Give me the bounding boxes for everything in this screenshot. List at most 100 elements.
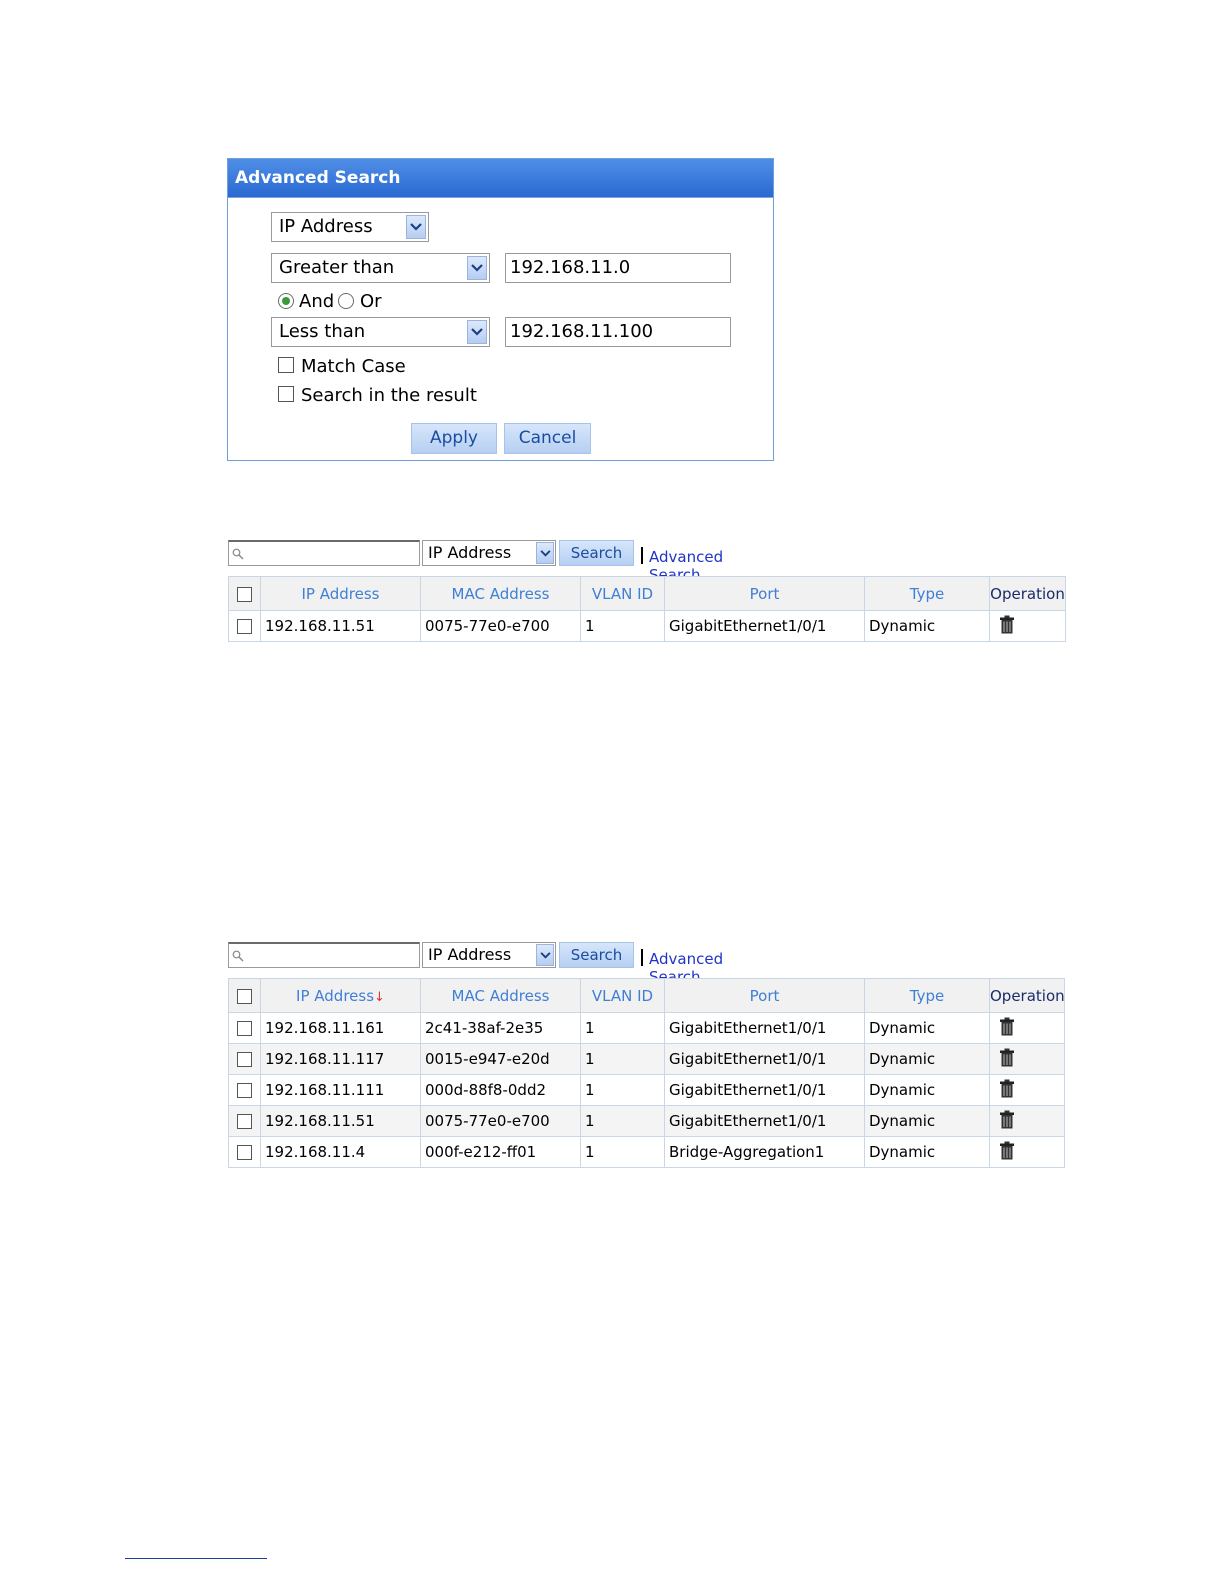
- col-vlan-id[interactable]: VLAN ID: [580, 576, 665, 611]
- magnifier-icon: [232, 545, 244, 564]
- arp-table-sorted: IP Address↓ MAC Address VLAN ID Port Typ…: [228, 978, 1065, 1168]
- col-ip-address[interactable]: IP Address↓: [260, 978, 421, 1013]
- cell-operation: [989, 1012, 1065, 1044]
- advanced-search-dialog: Advanced Search IP Address Greater than …: [227, 158, 774, 461]
- row-checkbox[interactable]: [237, 1021, 252, 1036]
- cell-vlan: 1: [580, 1105, 665, 1137]
- cell-port: GigabitEthernet1/0/1: [664, 1012, 865, 1044]
- search-in-result-checkbox[interactable]: [278, 386, 294, 402]
- row-select-cell: [228, 1136, 261, 1168]
- table-row: 192.168.11.111 000d-88f8-0dd2 1 GigabitE…: [228, 1074, 1065, 1106]
- row-checkbox[interactable]: [237, 1145, 252, 1160]
- row-select-cell: [228, 1012, 261, 1044]
- cell-port: GigabitEthernet1/0/1: [664, 1043, 865, 1075]
- condition1-select[interactable]: Greater than: [271, 253, 490, 283]
- col-mac-address[interactable]: MAC Address: [420, 978, 581, 1013]
- row-checkbox[interactable]: [237, 1114, 252, 1129]
- search-field-select[interactable]: IP Address: [422, 942, 556, 968]
- cell-port: GigabitEthernet1/0/1: [664, 1074, 865, 1106]
- value1-input[interactable]: 192.168.11.0: [505, 253, 731, 283]
- search-field-value: IP Address: [428, 543, 512, 562]
- condition2-select[interactable]: Less than: [271, 317, 490, 347]
- and-radio[interactable]: [278, 293, 294, 309]
- cell-type: Dynamic: [864, 1012, 990, 1044]
- or-label: Or: [360, 291, 382, 312]
- col-port[interactable]: Port: [664, 576, 865, 611]
- cell-type: Dynamic: [864, 610, 990, 642]
- table-row: 192.168.11.51 0075-77e0-e700 1 GigabitEt…: [228, 1105, 1065, 1137]
- cell-ip: 192.168.11.4: [260, 1136, 421, 1168]
- cell-mac: 0015-e947-e20d: [420, 1043, 581, 1075]
- field-select-value: IP Address: [279, 216, 373, 237]
- chevron-down-icon: [406, 215, 426, 239]
- trash-icon[interactable]: [1000, 1141, 1014, 1164]
- table-row: 192.168.11.4 000f-e212-ff01 1 Bridge-Agg…: [228, 1136, 1065, 1168]
- col-ip-address[interactable]: IP Address: [260, 576, 421, 611]
- select-all-cell: [228, 978, 261, 1013]
- trash-icon[interactable]: [1000, 1079, 1014, 1102]
- and-label: And: [299, 291, 335, 312]
- trash-icon[interactable]: [1000, 1017, 1014, 1040]
- col-operation: Operation: [989, 576, 1066, 611]
- cell-port: GigabitEthernet1/0/1: [664, 610, 865, 642]
- trash-icon[interactable]: [1000, 615, 1014, 638]
- cell-vlan: 1: [580, 610, 665, 642]
- table-row: 192.168.11.117 0015-e947-e20d 1 GigabitE…: [228, 1043, 1065, 1075]
- cell-ip: 192.168.11.117: [260, 1043, 421, 1075]
- cell-operation: [989, 1105, 1065, 1137]
- separator: [641, 949, 643, 966]
- chevron-down-icon: [467, 256, 487, 280]
- search-input[interactable]: [228, 540, 420, 566]
- dialog-title: Advanced Search: [228, 159, 773, 198]
- cell-vlan: 1: [580, 1074, 665, 1106]
- row-select-cell: [228, 1074, 261, 1106]
- select-all-checkbox[interactable]: [237, 586, 252, 602]
- cell-operation: [989, 1043, 1065, 1075]
- cell-operation: [989, 1074, 1065, 1106]
- cell-vlan: 1: [580, 1136, 665, 1168]
- cell-type: Dynamic: [864, 1136, 990, 1168]
- row-checkbox[interactable]: [237, 1083, 252, 1098]
- search-button[interactable]: Search: [559, 540, 634, 566]
- cell-port: GigabitEthernet1/0/1: [664, 1105, 865, 1137]
- cell-type: Dynamic: [864, 1043, 990, 1075]
- cell-type: Dynamic: [864, 1074, 990, 1106]
- col-type[interactable]: Type: [864, 978, 990, 1013]
- search-field-select[interactable]: IP Address: [422, 540, 556, 566]
- condition2-value: Less than: [279, 321, 366, 342]
- col-vlan-id[interactable]: VLAN ID: [580, 978, 665, 1013]
- magnifier-icon: [232, 947, 244, 966]
- cell-operation: [989, 1136, 1065, 1168]
- chevron-down-icon: [467, 320, 487, 344]
- match-case-label: Match Case: [301, 356, 406, 377]
- cell-mac: 000d-88f8-0dd2: [420, 1074, 581, 1106]
- chevron-down-icon: [536, 542, 554, 564]
- arp-table-filtered: IP Address MAC Address VLAN ID Port Type…: [228, 576, 1066, 642]
- cell-type: Dynamic: [864, 1105, 990, 1137]
- col-mac-address[interactable]: MAC Address: [420, 576, 581, 611]
- select-all-checkbox[interactable]: [237, 988, 252, 1004]
- cell-mac: 2c41-38af-2e35: [420, 1012, 581, 1044]
- select-all-cell: [228, 576, 261, 611]
- col-type[interactable]: Type: [864, 576, 990, 611]
- trash-icon[interactable]: [1000, 1110, 1014, 1133]
- apply-button[interactable]: Apply: [411, 423, 497, 454]
- cancel-button[interactable]: Cancel: [504, 423, 591, 454]
- search-button[interactable]: Search: [559, 942, 634, 968]
- table-row: 192.168.11.51 0075-77e0-e700 1 GigabitEt…: [228, 610, 1066, 642]
- row-select-cell: [228, 1105, 261, 1137]
- row-checkbox[interactable]: [237, 1052, 252, 1067]
- col-ip-address-label: IP Address: [296, 986, 375, 1005]
- search-input[interactable]: [228, 942, 420, 968]
- or-radio[interactable]: [338, 293, 354, 309]
- col-port[interactable]: Port: [664, 978, 865, 1013]
- field-select[interactable]: IP Address: [271, 212, 429, 242]
- trash-icon[interactable]: [1000, 1048, 1014, 1071]
- cell-operation: [989, 610, 1066, 642]
- sort-descending-icon: ↓: [374, 989, 385, 1005]
- separator: [641, 547, 643, 564]
- value2-input[interactable]: 192.168.11.100: [505, 317, 731, 347]
- col-operation: Operation: [989, 978, 1065, 1013]
- row-checkbox[interactable]: [237, 619, 252, 634]
- match-case-checkbox[interactable]: [278, 357, 294, 373]
